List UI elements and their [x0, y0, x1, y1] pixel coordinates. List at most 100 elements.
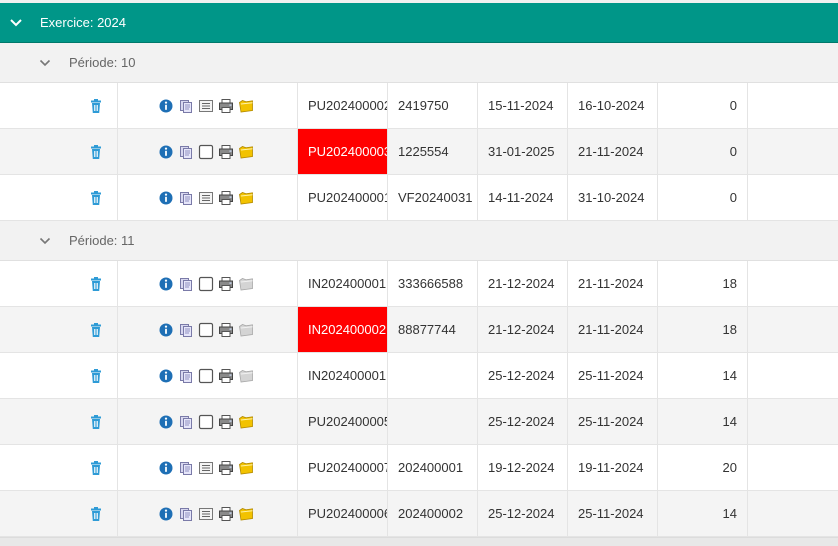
period-group-header[interactable]: Période: 10	[0, 43, 838, 83]
print-icon[interactable]	[218, 368, 234, 384]
chevron-down-icon[interactable]	[39, 57, 51, 69]
checkbox-icon[interactable]	[198, 276, 214, 292]
list-icon[interactable]	[198, 506, 214, 522]
trash-icon[interactable]	[88, 98, 104, 114]
table-row[interactable]: IN202400001 333666588 21-12-2024 21-11-2024…	[0, 261, 838, 307]
info-icon[interactable]	[158, 460, 174, 476]
info-icon[interactable]	[158, 506, 174, 522]
trash-icon[interactable]	[88, 368, 104, 384]
copy-icon[interactable]	[178, 460, 194, 476]
print-icon[interactable]	[218, 144, 234, 160]
table-row[interactable]: PU202400002 2419750 15-11-2024 16-10-2024 0	[0, 83, 838, 129]
period-group-header[interactable]: Période: 11	[0, 221, 838, 261]
delete-cell	[0, 129, 118, 174]
copy-icon[interactable]	[178, 368, 194, 384]
reference	[388, 399, 478, 444]
actions-cell	[118, 83, 298, 128]
exercise-group-header[interactable]: Exercice: 2024	[0, 3, 838, 43]
due-date: 15-11-2024	[478, 83, 568, 128]
empty-cell	[748, 307, 838, 352]
exercise-title: Exercice: 2024	[40, 15, 126, 30]
trash-icon[interactable]	[88, 414, 104, 430]
folder-icon[interactable]	[238, 368, 254, 384]
table-row[interactable]: IN202400001 25-12-2024 25-11-2024 14	[0, 353, 838, 399]
trash-icon[interactable]	[88, 190, 104, 206]
folder-icon[interactable]	[238, 506, 254, 522]
reference: 88877744	[388, 307, 478, 352]
print-icon[interactable]	[218, 276, 234, 292]
document-number: PU202400003	[298, 129, 388, 174]
empty-cell	[748, 175, 838, 220]
copy-icon[interactable]	[178, 190, 194, 206]
table-row[interactable]: PU202400006 202400002 25-12-2024 25-11-2024…	[0, 491, 838, 537]
folder-icon[interactable]	[238, 322, 254, 338]
list-icon[interactable]	[198, 190, 214, 206]
copy-icon[interactable]	[178, 98, 194, 114]
info-icon[interactable]	[158, 98, 174, 114]
checkbox-icon[interactable]	[198, 322, 214, 338]
trash-icon[interactable]	[88, 506, 104, 522]
copy-icon[interactable]	[178, 276, 194, 292]
copy-icon[interactable]	[178, 322, 194, 338]
checkbox-icon[interactable]	[198, 414, 214, 430]
table-row[interactable]: PU202400001 VF20240031 14-11-2024 31-10-202…	[0, 175, 838, 221]
delete-cell	[0, 175, 118, 220]
list-icon[interactable]	[198, 460, 214, 476]
reference: 202400002	[388, 491, 478, 536]
print-icon[interactable]	[218, 322, 234, 338]
table-row[interactable]: PU202400005 25-12-2024 25-11-2024 14	[0, 399, 838, 445]
list-icon[interactable]	[198, 98, 214, 114]
info-icon[interactable]	[158, 144, 174, 160]
copy-icon[interactable]	[178, 506, 194, 522]
bottom-strip	[0, 537, 838, 546]
info-icon[interactable]	[158, 368, 174, 384]
empty-cell	[748, 83, 838, 128]
document-date: 25-11-2024	[568, 353, 658, 398]
actions-cell	[118, 307, 298, 352]
actions-cell	[118, 445, 298, 490]
document-date: 21-11-2024	[568, 261, 658, 306]
info-icon[interactable]	[158, 190, 174, 206]
chevron-down-icon[interactable]	[39, 235, 51, 247]
print-icon[interactable]	[218, 98, 234, 114]
print-icon[interactable]	[218, 414, 234, 430]
due-date: 25-12-2024	[478, 353, 568, 398]
print-icon[interactable]	[218, 506, 234, 522]
days-count: 0	[658, 83, 748, 128]
table-row[interactable]: IN202400002 88877744 21-12-2024 21-11-2024 1…	[0, 307, 838, 353]
checkbox-icon[interactable]	[198, 144, 214, 160]
table-row[interactable]: PU202400003 1225554 31-01-2025 21-11-2024 0	[0, 129, 838, 175]
folder-icon[interactable]	[238, 190, 254, 206]
folder-icon[interactable]	[238, 414, 254, 430]
copy-icon[interactable]	[178, 414, 194, 430]
folder-icon[interactable]	[238, 460, 254, 476]
due-date: 19-12-2024	[478, 445, 568, 490]
chevron-down-icon[interactable]	[9, 16, 23, 30]
trash-icon[interactable]	[88, 144, 104, 160]
info-icon[interactable]	[158, 276, 174, 292]
days-count: 14	[658, 399, 748, 444]
actions-cell	[118, 353, 298, 398]
days-count: 0	[658, 175, 748, 220]
days-count: 14	[658, 353, 748, 398]
document-date: 16-10-2024	[568, 83, 658, 128]
print-icon[interactable]	[218, 460, 234, 476]
folder-icon[interactable]	[238, 144, 254, 160]
table-row[interactable]: PU202400007 202400001 19-12-2024 19-11-2024…	[0, 445, 838, 491]
copy-icon[interactable]	[178, 144, 194, 160]
info-icon[interactable]	[158, 414, 174, 430]
trash-icon[interactable]	[88, 276, 104, 292]
trash-icon[interactable]	[88, 322, 104, 338]
folder-icon[interactable]	[238, 98, 254, 114]
reference: VF20240031	[388, 175, 478, 220]
info-icon[interactable]	[158, 322, 174, 338]
due-date: 31-01-2025	[478, 129, 568, 174]
document-date: 19-11-2024	[568, 445, 658, 490]
delete-cell	[0, 83, 118, 128]
trash-icon[interactable]	[88, 460, 104, 476]
checkbox-icon[interactable]	[198, 368, 214, 384]
delete-cell	[0, 491, 118, 536]
print-icon[interactable]	[218, 190, 234, 206]
due-date: 25-12-2024	[478, 399, 568, 444]
folder-icon[interactable]	[238, 276, 254, 292]
